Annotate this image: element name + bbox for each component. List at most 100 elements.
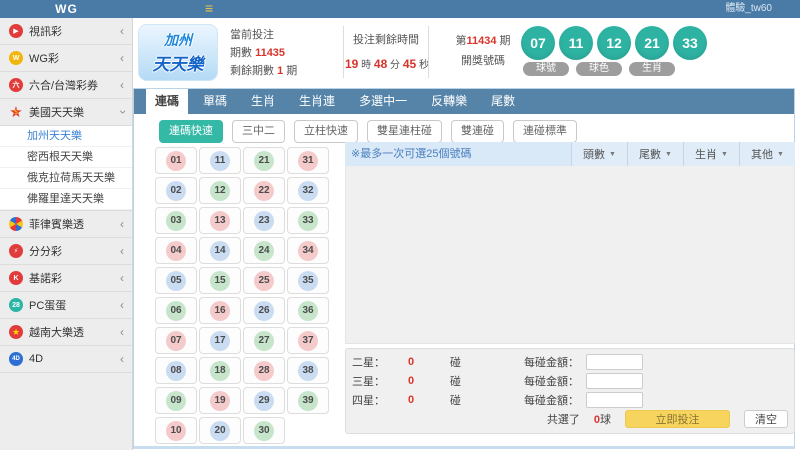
number-cell-22[interactable]: 22 (243, 177, 285, 204)
number-cell-16[interactable]: 16 (199, 297, 241, 324)
sidebar-item-4d[interactable]: 4D 4D ‹ (0, 346, 132, 373)
pc28-icon: 28 (9, 298, 23, 312)
filter-dropdown-4[interactable]: 其他 ▼ (739, 142, 795, 166)
sidebar-item-video[interactable]: ▶ 視訊彩 ‹ (0, 18, 132, 45)
dropdown-arrow-icon: ▼ (777, 150, 784, 158)
number-ball: 38 (298, 360, 318, 381)
sidebar-item-usa-lotto[interactable]: ★ 5 美國天天樂 ‹ (0, 99, 132, 126)
tab-7[interactable]: 尾數 (482, 89, 524, 114)
number-cell-12[interactable]: 12 (199, 177, 241, 204)
number-cell-18[interactable]: 18 (199, 357, 241, 384)
number-cell-09[interactable]: 09 (155, 387, 197, 414)
number-ball: 07 (166, 330, 186, 351)
sidebar-item-pc28[interactable]: 28 PC蛋蛋 ‹ (0, 292, 132, 319)
bet-row-count: 0 (408, 355, 415, 368)
number-cell-10[interactable]: 10 (155, 417, 197, 444)
brand-logo[interactable]: WG (0, 0, 133, 18)
clear-button[interactable]: 清空 (744, 410, 788, 428)
number-cell-27[interactable]: 27 (243, 327, 285, 354)
number-cell-03[interactable]: 03 (155, 207, 197, 234)
number-cell-08[interactable]: 08 (155, 357, 197, 384)
number-cell-39[interactable]: 39 (287, 387, 329, 414)
number-cell-20[interactable]: 20 (199, 417, 241, 444)
number-cell-36[interactable]: 36 (287, 297, 329, 324)
number-ball: 31 (298, 150, 318, 171)
filter-dropdown-3[interactable]: 生肖 ▼ (683, 142, 739, 166)
number-cell-13[interactable]: 13 (199, 207, 241, 234)
number-cell-28[interactable]: 28 (243, 357, 285, 384)
number-cell-29[interactable]: 29 (243, 387, 285, 414)
sidebar-item-wg[interactable]: W WG彩 ‹ (0, 45, 132, 72)
number-cell-23[interactable]: 23 (243, 207, 285, 234)
result-toggle-2[interactable]: 球色 (576, 62, 622, 76)
tab-2[interactable]: 單碼 (194, 89, 236, 114)
chevron-icon: ‹ (120, 325, 124, 339)
hamburger-menu-icon[interactable]: ≡ (205, 0, 213, 17)
number-cell-31[interactable]: 31 (287, 147, 329, 174)
number-cell-30[interactable]: 30 (243, 417, 285, 444)
play-mode-button-3[interactable]: 立柱快速 (294, 120, 358, 143)
tab-4[interactable]: 生肖連 (290, 89, 344, 114)
number-cell-26[interactable]: 26 (243, 297, 285, 324)
sidebar-item-liuhe[interactable]: 六六合/台灣彩券 ‹ (0, 72, 132, 99)
play-mode-button-4[interactable]: 雙星連柱碰 (367, 120, 442, 143)
number-cell-01[interactable]: 01 (155, 147, 197, 174)
play-mode-button-2[interactable]: 三中二 (232, 120, 285, 143)
sidebar-item-ffc[interactable]: ⚡ 分分彩 ‹ (0, 238, 132, 265)
filter-dropdown-2[interactable]: 尾數 ▼ (627, 142, 683, 166)
tab-1[interactable]: 連碼 (146, 89, 189, 114)
bet-row-count: 0 (408, 393, 415, 406)
star-badge-number: 5 (14, 109, 18, 116)
play-mode-buttons: 連碼快速 三中二 立柱快速 雙星連柱碰 雙連碰 連碰標準 (159, 120, 577, 143)
bet-amount-input-1[interactable] (586, 353, 643, 370)
number-cell-25[interactable]: 25 (243, 267, 285, 294)
notice-bar: ※最多一次可選25個號碼 頭數 ▼ 尾數 ▼ 生肖 ▼ 其他 ▼ (345, 142, 795, 166)
number-cell-15[interactable]: 15 (199, 267, 241, 294)
tab-6[interactable]: 反轉樂 (422, 89, 476, 114)
number-cell-33[interactable]: 33 (287, 207, 329, 234)
number-cell-34[interactable]: 34 (287, 237, 329, 264)
sidebar-subitem-3[interactable]: 俄克拉荷馬天天樂 (0, 168, 132, 189)
number-cell-32[interactable]: 32 (287, 177, 329, 204)
chevron-icon: ‹ (120, 298, 124, 312)
result-toggle-1[interactable]: 球號 (523, 62, 569, 76)
submit-bet-button[interactable]: 立即投注 (625, 410, 730, 428)
number-cell-07[interactable]: 07 (155, 327, 197, 354)
filter-dropdown-1[interactable]: 頭數 ▼ (571, 142, 627, 166)
number-ball: 23 (254, 210, 274, 231)
tab-5[interactable]: 多選中一 (350, 89, 416, 114)
result-toggle-3[interactable]: 生肖 (629, 62, 675, 76)
play-mode-button-1[interactable]: 連碼快速 (159, 120, 223, 143)
bet-amount-input-2[interactable] (586, 372, 643, 389)
number-cell-38[interactable]: 38 (287, 357, 329, 384)
play-mode-button-6[interactable]: 連碰標準 (513, 120, 577, 143)
sidebar-subitem-2[interactable]: 密西根天天樂 (0, 147, 132, 168)
number-ball: 16 (210, 300, 230, 321)
number-cell-35[interactable]: 35 (287, 267, 329, 294)
sidebar-item-vietnam[interactable]: ★ 越南大樂透 ‹ (0, 319, 132, 346)
number-cell-05[interactable]: 05 (155, 267, 197, 294)
main-content: 加州 天天樂 當前投注 期數 11435 剩餘期數 1 期 投注剩餘時間 19 … (133, 18, 800, 450)
play-mode-button-5[interactable]: 雙連碰 (451, 120, 504, 143)
number-cell-19[interactable]: 19 (199, 387, 241, 414)
username-label[interactable]: 體驗_tw60 (725, 0, 772, 18)
sidebar-item-keno[interactable]: K 基諾彩 ‹ (0, 265, 132, 292)
filter-label: 其他 (751, 149, 774, 161)
number-cell-04[interactable]: 04 (155, 237, 197, 264)
number-cell-11[interactable]: 11 (199, 147, 241, 174)
number-cell-37[interactable]: 37 (287, 327, 329, 354)
sidebar-subitem-1[interactable]: 加州天天樂 (0, 126, 132, 147)
number-ball: 08 (166, 360, 186, 381)
bet-row-unit: 碰 (450, 394, 461, 407)
sidebar-item-philippines[interactable]: 菲律賓樂透 ‹ (0, 211, 132, 238)
bet-amount-input-3[interactable] (586, 391, 643, 408)
number-cell-24[interactable]: 24 (243, 237, 285, 264)
number-ball: 06 (166, 300, 186, 321)
sidebar-subitem-4[interactable]: 佛羅里達天天樂 (0, 189, 132, 210)
number-cell-21[interactable]: 21 (243, 147, 285, 174)
number-cell-17[interactable]: 17 (199, 327, 241, 354)
number-cell-14[interactable]: 14 (199, 237, 241, 264)
number-cell-06[interactable]: 06 (155, 297, 197, 324)
number-cell-02[interactable]: 02 (155, 177, 197, 204)
tab-3[interactable]: 生肖 (242, 89, 284, 114)
